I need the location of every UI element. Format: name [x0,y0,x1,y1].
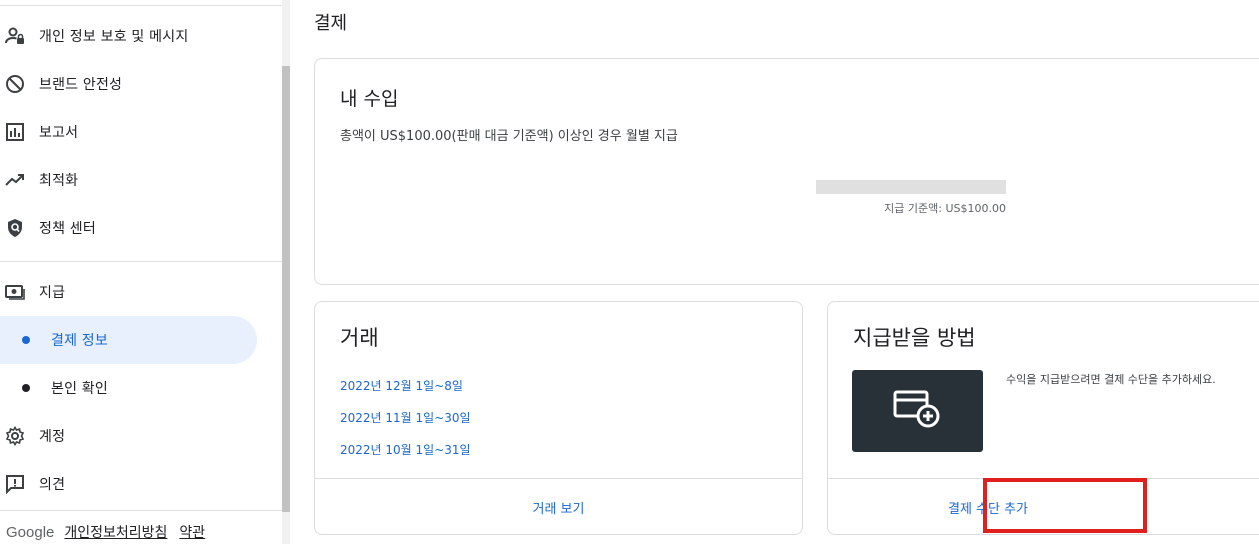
sidebar-item-payment-info[interactable]: 결제 정보 [0,316,257,364]
sidebar-item-label: 브랜드 안전성 [39,77,123,93]
transaction-period-link[interactable]: 2022년 12월 1일~8일 [340,377,463,394]
earnings-title: 내 수입 [340,88,399,110]
sidebar-item-label: 의견 [39,477,66,493]
sidebar-footer: Google 개인정보처리방침 약관 [6,522,217,542]
sidebar-item-policy-center[interactable]: 정책 센터 [0,208,282,248]
payment-method-illustration [852,370,983,452]
sidebar-divider [0,261,290,262]
dot-icon [22,384,30,392]
sidebar-item-label: 결제 정보 [51,333,108,349]
page-title: 결제 [314,13,348,34]
sidebar-scrollbar-thumb[interactable] [282,66,290,512]
transactions-card: 거래 2022년 12월 1일~8일 2022년 11월 1일~30일 2022… [314,301,803,535]
privacy-policy-link[interactable]: 개인정보처리방침 [64,522,167,542]
gear-icon [4,425,26,447]
payment-method-description: 수익을 지급받으려면 결제 수단을 추가하세요. [1006,373,1216,386]
sidebar-item-brand-safety[interactable]: 브랜드 안전성 [0,64,282,104]
sidebar-item-label: 최적화 [39,173,79,189]
add-card-icon [893,389,943,433]
earnings-description: 총액이 US$100.00(판매 대금 기준액) 이상인 경우 월별 지급 [340,129,678,144]
sidebar-item-privacy-messaging[interactable]: 개인 정보 보호 및 메시지 [0,16,282,56]
sidebar-top-divider [0,5,282,6]
terms-link[interactable]: 약관 [179,522,205,542]
policy-shield-icon [4,217,26,239]
sidebar-item-label: 정책 센터 [39,221,96,237]
sidebar-item-label: 지급 [39,285,66,301]
google-logo: Google [6,523,55,541]
sidebar-item-label: 본인 확인 [51,381,108,397]
sidebar-item-account[interactable]: 계정 [0,416,282,456]
sidebar-item-label: 개인 정보 보호 및 메시지 [39,29,189,45]
person-lock-icon [4,25,26,47]
sidebar-item-identity-verification[interactable]: 본인 확인 [0,368,282,408]
trending-up-icon [4,169,26,191]
payment-threshold-label: 지급 기준액: US$100.00 [884,202,1006,215]
sidebar-item-label: 보고서 [39,125,79,141]
payments-icon [4,281,26,303]
sidebar-footer-divider [0,510,290,511]
sidebar-item-feedback[interactable]: 의견 [0,464,282,504]
dot-icon [22,336,30,344]
sidebar-item-optimization[interactable]: 최적화 [0,160,282,200]
earnings-card: 내 수입 총액이 US$100.00(판매 대금 기준액) 이상인 경우 월별 … [314,58,1259,285]
transaction-period-link[interactable]: 2022년 11월 1일~30일 [340,409,471,426]
sidebar-item-payments[interactable]: 지급 [0,272,282,312]
add-payment-method-button[interactable]: 결제 수단 추가 [828,479,1148,535]
payment-method-card: 지급받을 방법 수익을 지급받으려면 결제 수단을 추가하세요. 결제 수단 추… [827,301,1259,535]
view-transactions-button[interactable]: 거래 보기 [315,479,802,535]
bar-chart-icon [4,121,26,143]
sidebar-item-reports[interactable]: 보고서 [0,112,282,152]
payment-threshold-progress-bar [816,180,1006,194]
payment-method-title: 지급받을 방법 [853,326,976,350]
transaction-period-link[interactable]: 2022년 10월 1일~31일 [340,441,471,458]
sidebar: 개인 정보 보호 및 메시지 브랜드 안전성 보고서 최적화 정책 센터 지급 [0,0,290,544]
sidebar-item-label: 계정 [39,429,66,445]
feedback-icon [4,473,26,495]
transactions-title: 거래 [340,326,379,350]
block-icon [4,73,26,95]
